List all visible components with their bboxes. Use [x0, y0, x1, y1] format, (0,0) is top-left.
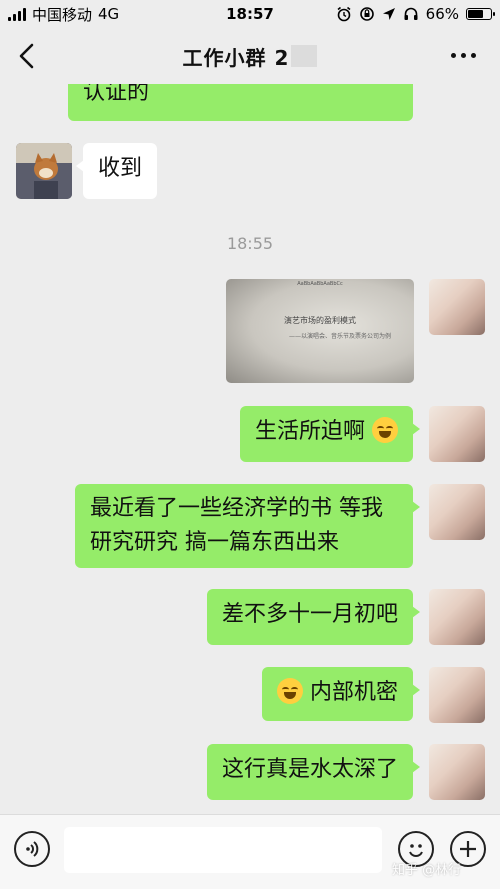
alarm-icon — [337, 6, 351, 22]
message-text-line: 研究研究 搞一篇东西出来 — [90, 530, 339, 555]
message-bubble-partial[interactable]: 认证的 — [68, 84, 413, 121]
contact-avatar[interactable] — [16, 143, 72, 199]
location-icon — [382, 8, 395, 20]
sent-message-bubble[interactable]: 内部机密 — [261, 667, 421, 721]
voice-icon — [26, 841, 39, 857]
image-doc-subtitle: ——以演唱会、音乐节及票务公司为例 — [288, 333, 391, 340]
input-bar: 知乎 @林行 — [0, 814, 500, 889]
sent-message-bubble[interactable]: 最近看了一些经济学的书 等我 研究研究 搞一篇东西出来 — [75, 484, 420, 568]
signal-icon — [8, 7, 26, 21]
watermark: 知乎 @林行 — [392, 863, 462, 878]
redacted-block — [291, 45, 318, 67]
time-divider: 18:55 — [226, 234, 274, 253]
chat-area[interactable]: 认证的 收到 18:55 AaBbAaBbAaBbCc 演艺市场的盈利模式 ——… — [0, 84, 500, 814]
back-arrow-icon[interactable] — [16, 42, 40, 70]
battery-percent: 66% — [425, 5, 459, 23]
self-avatar[interactable] — [429, 744, 485, 800]
image-message[interactable]: AaBbAaBbAaBbCc 演艺市场的盈利模式 ——以演唱会、音乐节及票务公司… — [226, 279, 414, 383]
rotation-lock-icon — [359, 7, 374, 21]
sent-message-bubble[interactable]: 差不多十一月初吧 — [206, 589, 421, 645]
message-text: 收到 — [98, 156, 143, 181]
status-bar: 中国移动 4G 18:57 66% — [0, 0, 500, 28]
message-text: 认证的 — [83, 84, 150, 105]
chat-title: 工作小群 2 — [183, 42, 318, 71]
self-avatar[interactable] — [429, 589, 485, 645]
sent-message-bubble[interactable]: 这行真是水太深了 — [206, 744, 421, 800]
message-text: 差不多十一月初吧 — [221, 602, 398, 627]
self-avatar[interactable] — [429, 406, 485, 462]
headphones-icon — [404, 7, 418, 20]
sent-message-bubble[interactable]: 生活所迫啊 — [239, 406, 421, 462]
self-avatar[interactable] — [429, 484, 485, 540]
received-message-bubble[interactable]: 收到 — [75, 143, 158, 199]
nav-bar: 工作小群 2 — [0, 28, 500, 84]
voice-input-button[interactable] — [14, 831, 50, 867]
more-options-icon[interactable] — [451, 53, 476, 58]
chat-title-text: 工作小群 2 — [182, 45, 290, 70]
image-doc-title: 演艺市场的盈利模式 — [284, 316, 356, 325]
self-avatar[interactable] — [429, 667, 485, 723]
carrier-label: 中国移动 — [32, 5, 93, 24]
message-text: 生活所迫啊 — [254, 419, 365, 444]
network-label: 4G — [98, 5, 120, 23]
message-text-line: 最近看了一些经济学的书 等我 — [90, 496, 383, 521]
battery-icon — [466, 8, 495, 20]
image-doc-toolbar: AaBbAaBbAaBbCc — [297, 281, 343, 287]
laughing-emoji-icon — [372, 417, 398, 443]
message-text: 内部机密 — [309, 680, 398, 705]
message-input[interactable] — [64, 827, 382, 873]
self-avatar[interactable] — [429, 279, 485, 335]
message-text: 这行真是水太深了 — [221, 757, 398, 782]
crying-emoji-icon — [276, 678, 303, 704]
